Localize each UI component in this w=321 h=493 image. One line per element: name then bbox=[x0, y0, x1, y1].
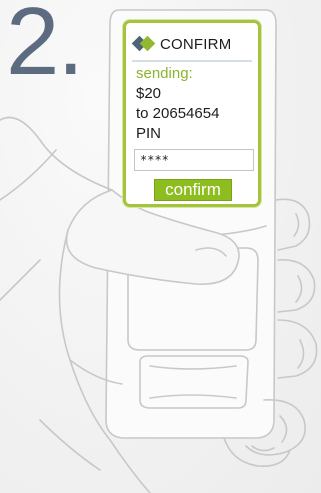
confirm-button[interactable]: confirm bbox=[154, 179, 232, 201]
double-diamond-logo-icon bbox=[131, 35, 156, 53]
phone-screen: CONFIRM sending: $20 to 20654654 PIN con… bbox=[123, 20, 261, 207]
header-divider bbox=[132, 60, 252, 62]
recipient-value: to 20654654 bbox=[136, 105, 220, 122]
illustration-stage: 2. CONFIRM sending: $20 to 20654654 PIN … bbox=[0, 0, 321, 493]
screen-header: CONFIRM bbox=[131, 33, 232, 55]
sending-label: sending: bbox=[136, 65, 193, 82]
amount-value: $20 bbox=[136, 85, 162, 102]
step-number: 2. bbox=[6, 0, 84, 95]
pin-label: PIN bbox=[136, 125, 162, 142]
screen-title: CONFIRM bbox=[160, 35, 232, 53]
pin-input[interactable] bbox=[134, 149, 254, 171]
